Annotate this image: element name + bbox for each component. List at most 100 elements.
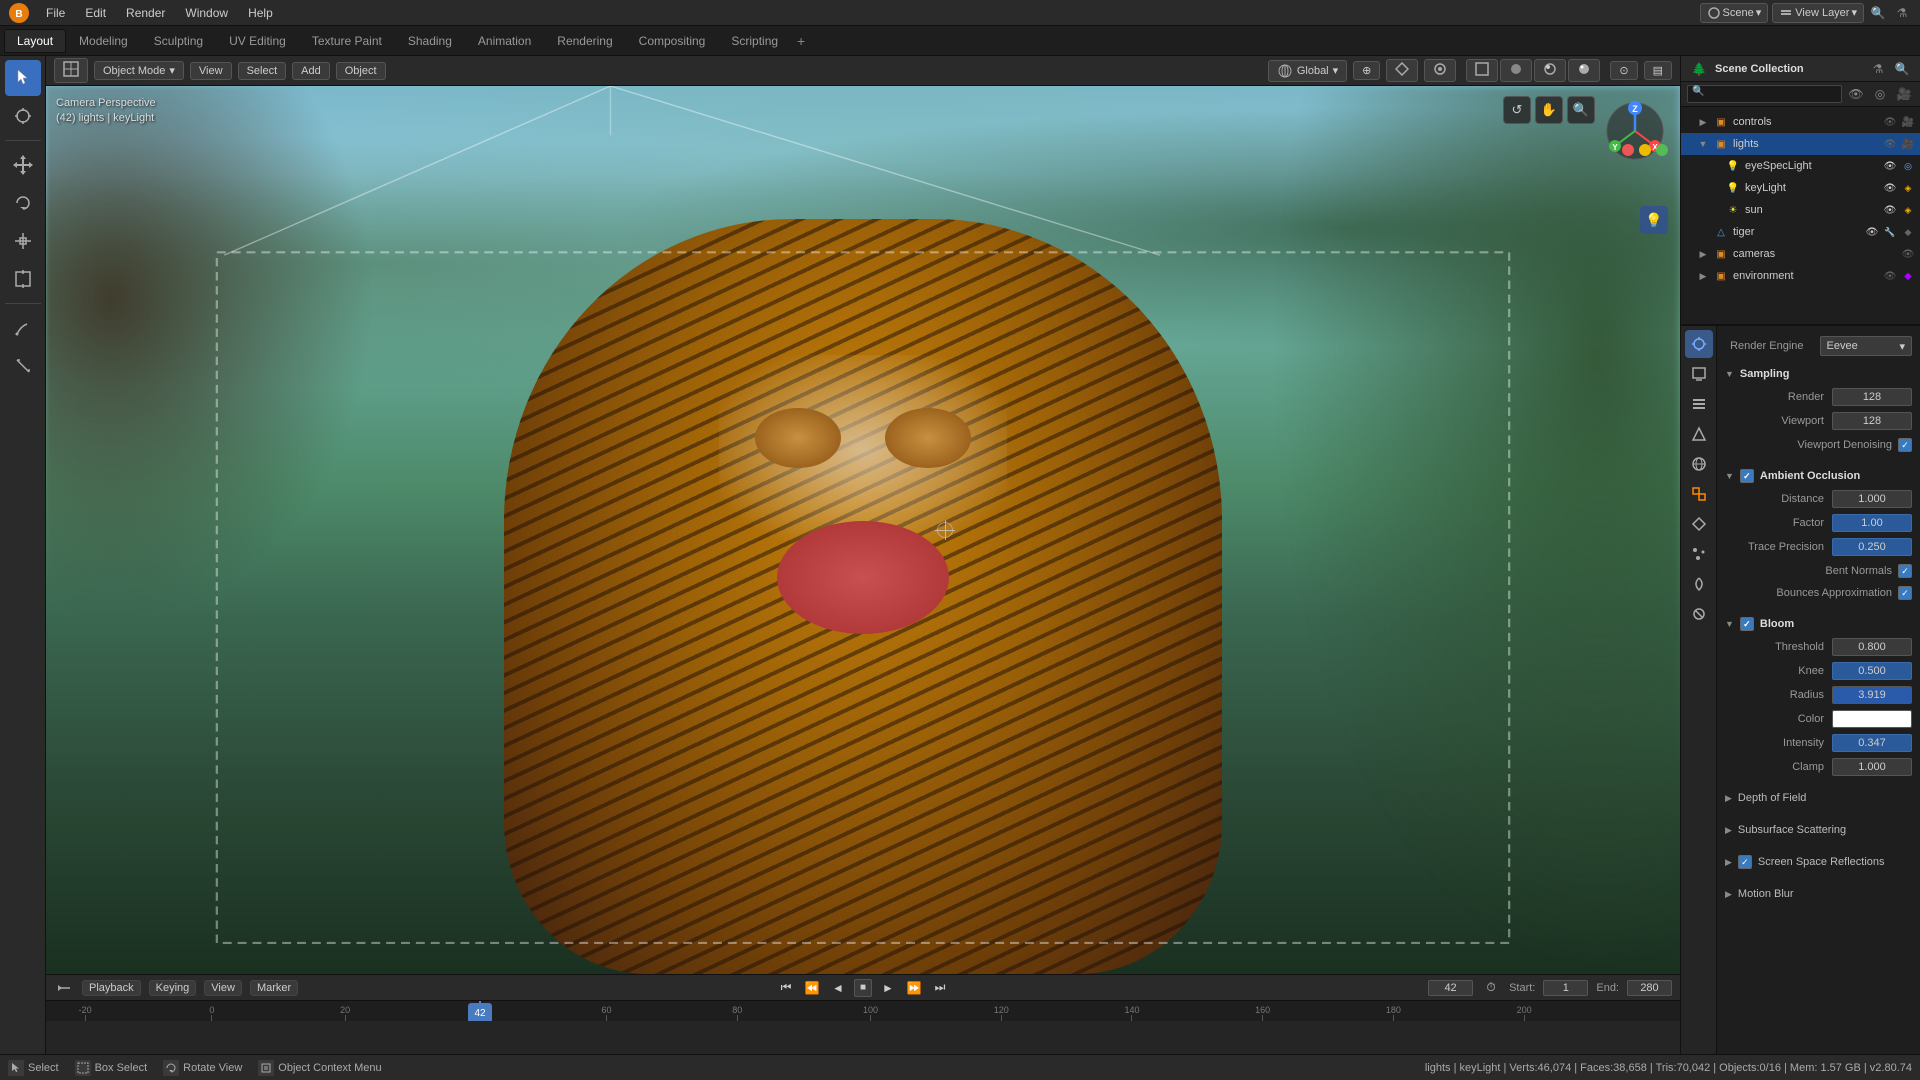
jump-to-start-btn[interactable]: ⏮	[776, 978, 796, 998]
view-layer-selector[interactable]: View Layer ▾	[1772, 3, 1864, 23]
sun-eye-icon[interactable]: 👁	[1882, 202, 1898, 218]
bounces-approx-checkbox[interactable]: ✓	[1898, 586, 1912, 600]
prop-tab-physics[interactable]	[1685, 570, 1713, 598]
outliner-editor-type-icon[interactable]: 🌲	[1689, 59, 1709, 79]
scene-icon-btn[interactable]: 💡	[1640, 206, 1668, 234]
solid-shading-btn[interactable]	[1500, 59, 1532, 82]
tab-compositing[interactable]: Compositing	[626, 29, 719, 53]
xray-btn[interactable]: ▤	[1644, 61, 1672, 80]
select-tool-btn[interactable]	[5, 60, 41, 96]
lights-eye-icon[interactable]: 👁	[1882, 136, 1898, 152]
ao-factor-value[interactable]: 1.00	[1832, 514, 1912, 532]
fps-settings-btn[interactable]: ⏱	[1481, 978, 1501, 998]
axis-gizmo[interactable]: Z X Y	[1600, 96, 1670, 169]
outliner-toggle-icons[interactable]: 👁	[1846, 84, 1866, 104]
prop-tab-output[interactable]	[1685, 360, 1713, 388]
3d-viewport[interactable]: Camera Perspective (42) lights | keyLigh…	[46, 86, 1680, 974]
ao-header[interactable]: ▼ ✓ Ambient Occlusion	[1725, 464, 1912, 488]
ao-checkbox[interactable]: ✓	[1740, 469, 1754, 483]
timeline-editor-type-icon[interactable]	[54, 978, 74, 998]
step-forward-btn[interactable]: ⏩	[904, 978, 924, 998]
outliner-toggle-select[interactable]: ◎	[1870, 84, 1890, 104]
viewport-denoising-toggle[interactable]: ✓	[1898, 438, 1912, 452]
bent-normals-checkbox[interactable]: ✓	[1898, 564, 1912, 578]
add-workspace-button[interactable]: +	[791, 31, 811, 51]
bloom-knee-value[interactable]: 0.500	[1832, 662, 1912, 680]
menu-file[interactable]: File	[38, 4, 73, 22]
bloom-color-swatch[interactable]	[1832, 710, 1912, 728]
scale-tool-btn[interactable]	[5, 223, 41, 259]
menu-help[interactable]: Help	[240, 4, 281, 22]
tab-texture-paint[interactable]: Texture Paint	[299, 29, 395, 53]
stop-btn[interactable]: ■	[854, 979, 872, 997]
prop-tab-scene[interactable]	[1685, 420, 1713, 448]
motion-blur-header[interactable]: ▶ Motion Blur	[1725, 882, 1912, 906]
select-menu-btn[interactable]: Select	[238, 62, 287, 80]
viewport-samples-value[interactable]: 128	[1832, 412, 1912, 430]
eyespeclight-eye-icon[interactable]: 👁	[1882, 158, 1898, 174]
transform-orientation-selector[interactable]: Global ▾	[1268, 60, 1347, 82]
jump-to-end-btn[interactable]: ⏭	[930, 978, 950, 998]
start-frame-input[interactable]: 1	[1543, 980, 1588, 996]
menu-window[interactable]: Window	[177, 4, 236, 22]
tiger-modifier-icon[interactable]: 🔧	[1882, 224, 1898, 240]
play-reverse-btn[interactable]: ◄	[828, 978, 848, 998]
ao-trace-value[interactable]: 0.250	[1832, 538, 1912, 556]
environment-expand-arrow[interactable]: ▶	[1697, 270, 1709, 282]
outliner-filter-icon[interactable]: ⚗	[1868, 59, 1888, 79]
bloom-threshold-value[interactable]: 0.800	[1832, 638, 1912, 656]
tab-animation[interactable]: Animation	[465, 29, 544, 53]
prop-tab-world[interactable]	[1685, 450, 1713, 478]
environment-extra-icon[interactable]: ◆	[1900, 268, 1916, 284]
outliner-item-sun[interactable]: ▶ ☀ sun 👁 ◈	[1681, 199, 1920, 221]
cameras-eye-icon[interactable]: 👁	[1900, 246, 1916, 262]
dof-header[interactable]: ▶ Depth of Field	[1725, 786, 1912, 810]
lights-expand-arrow[interactable]: ▼	[1697, 138, 1709, 150]
menu-render[interactable]: Render	[118, 4, 173, 22]
tab-layout[interactable]: Layout	[4, 29, 66, 53]
rotate-tool-btn[interactable]	[5, 185, 41, 221]
prop-tab-object[interactable]	[1685, 480, 1713, 508]
nav-pan-btn[interactable]: ✋	[1535, 96, 1563, 124]
sun-extra-icon[interactable]: ◈	[1900, 202, 1916, 218]
render-engine-select[interactable]: Eevee ▾	[1820, 336, 1913, 356]
tiger-eye-icon[interactable]: 👁	[1864, 224, 1880, 240]
view-menu-btn[interactable]: View	[190, 62, 232, 80]
prop-tab-render[interactable]	[1685, 330, 1713, 358]
material-shading-btn[interactable]	[1534, 59, 1566, 82]
outliner-item-environment[interactable]: ▶ ▣ environment 👁 ◆	[1681, 265, 1920, 287]
bloom-checkbox[interactable]: ✓	[1740, 617, 1754, 631]
controls-eye-icon[interactable]: 👁	[1882, 114, 1898, 130]
keying-menu-btn[interactable]: Keying	[149, 980, 197, 996]
wireframe-shading-btn[interactable]	[1466, 59, 1498, 82]
cameras-expand-arrow[interactable]: ▶	[1697, 248, 1709, 260]
rendered-shading-btn[interactable]	[1568, 59, 1600, 82]
play-btn[interactable]: ►	[878, 978, 898, 998]
tab-shading[interactable]: Shading	[395, 29, 465, 53]
bloom-header[interactable]: ▼ ✓ Bloom	[1725, 612, 1912, 636]
object-mode-selector[interactable]: Object Mode ▾	[94, 61, 184, 80]
nav-orbit-btn[interactable]: ↺	[1503, 96, 1531, 124]
outliner-item-keylight[interactable]: ▶ 💡 keyLight 👁 ◈	[1681, 177, 1920, 199]
controls-camera-icon[interactable]: 🎥	[1900, 114, 1916, 130]
tab-scripting[interactable]: Scripting	[718, 29, 791, 53]
tab-rendering[interactable]: Rendering	[544, 29, 625, 53]
outliner-item-cameras[interactable]: ▶ ▣ cameras 👁	[1681, 243, 1920, 265]
eyespeclight-extra-icon[interactable]: ◎	[1900, 158, 1916, 174]
overlay-btn[interactable]: ⊙	[1610, 61, 1637, 80]
tab-uv-editing[interactable]: UV Editing	[216, 29, 299, 53]
transform-tool-btn[interactable]	[5, 261, 41, 297]
outliner-search-icon[interactable]: 🔍	[1892, 59, 1912, 79]
ssr-checkbox[interactable]: ✓	[1738, 855, 1752, 869]
editor-type-icon[interactable]	[54, 58, 88, 83]
outliner-item-lights[interactable]: ▼ ▣ lights 👁 🎥	[1681, 133, 1920, 155]
outliner-item-controls[interactable]: ▶ ▣ controls 👁 🎥	[1681, 111, 1920, 133]
environment-eye-icon[interactable]: 👁	[1882, 268, 1898, 284]
outliner-item-eyespeclight[interactable]: ▶ 💡 eyeSpecLight 👁 ◎	[1681, 155, 1920, 177]
playback-menu-btn[interactable]: Playback	[82, 980, 141, 996]
keylight-eye-icon[interactable]: 👁	[1882, 180, 1898, 196]
move-tool-btn[interactable]	[5, 147, 41, 183]
minimize-dot[interactable]	[1639, 144, 1651, 156]
step-back-btn[interactable]: ⏪	[802, 978, 822, 998]
prop-tab-modifier[interactable]	[1685, 510, 1713, 538]
